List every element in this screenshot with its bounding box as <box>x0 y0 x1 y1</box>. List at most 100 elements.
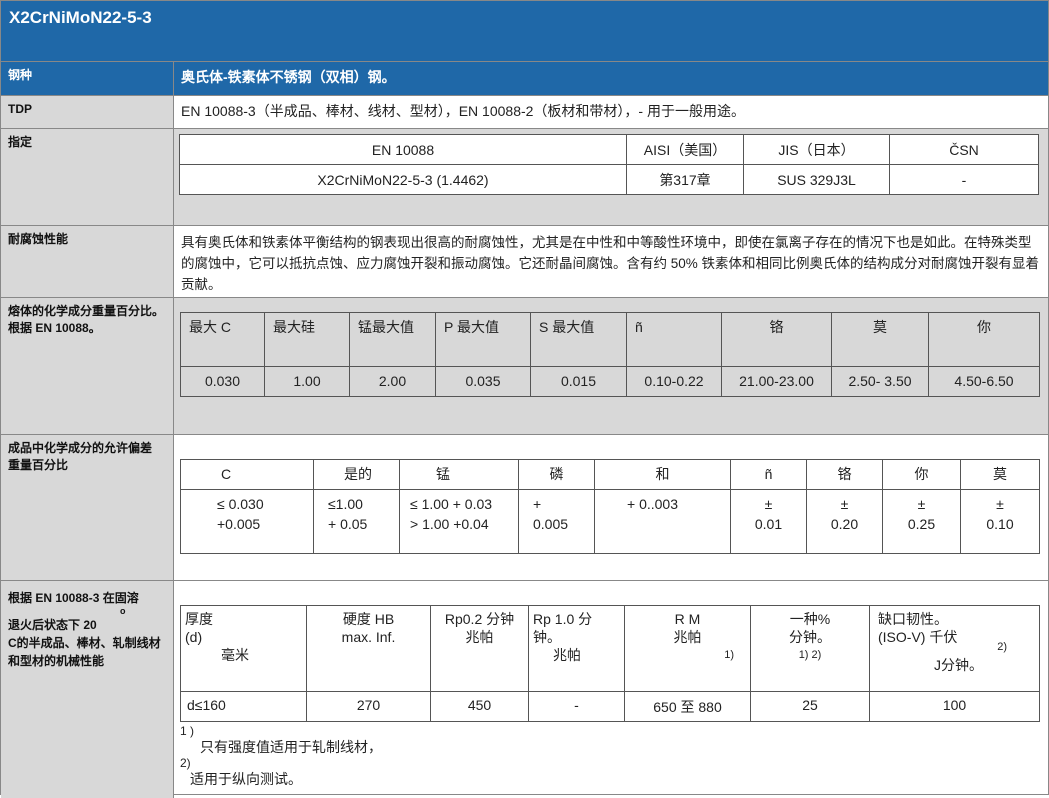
designation-table: EN 10088 AISI（美国） JIS（日本） ČSN X2CrNiMoN2… <box>179 134 1039 195</box>
thickness-header: 厚度 (d) 毫米 <box>180 605 307 692</box>
tolerance-header: 锰 <box>399 459 519 490</box>
mechanical-table: 厚度 (d) 毫米 硬度 HB max. Inf. Rp0.2 分钟 兆帕 Rp… <box>180 605 1040 722</box>
designation-value: 第317章 <box>626 164 744 195</box>
mechanical-value: 450 <box>430 691 529 722</box>
melt-value: 0.015 <box>530 366 627 397</box>
tolerance-header: 磷 <box>518 459 595 490</box>
melt-header: P 最大值 <box>435 312 531 367</box>
tolerance-table: C 是的 锰 磷 和 ñ 铬 你 莫 ≤ 0.030 +0.005 ≤1.00 … <box>180 459 1040 554</box>
melt-header: 铬 <box>721 312 832 367</box>
tolerance-label: 成品中化学成分的允许偏差 重量百分比 <box>1 435 174 580</box>
elongation-label: 一种% 分钟。 <box>789 611 831 645</box>
grade-label: 钢种 <box>1 62 174 95</box>
melt-value: 21.00-23.00 <box>721 366 832 397</box>
designation-area: EN 10088 AISI（美国） JIS（日本） ČSN X2CrNiMoN2… <box>174 129 1048 225</box>
tolerance-header: 铬 <box>806 459 883 490</box>
mechanical-row: 根据 EN 10088-3 在固溶 o 退火后状态下 20 C的半成品、棒材、轧… <box>1 580 1048 798</box>
thickness-unit: 毫米 <box>221 647 249 663</box>
tdp-row: TDP EN 10088-3（半成品、棒材、线材、型材），EN 10088-2（… <box>1 95 1048 128</box>
mechanical-area: 厚度 (d) 毫米 硬度 HB max. Inf. Rp0.2 分钟 兆帕 Rp… <box>174 581 1048 798</box>
tolerance-row: 成品中化学成分的允许偏差 重量百分比 C 是的 锰 磷 和 ñ 铬 你 莫 ≤ … <box>1 434 1048 580</box>
melt-value: 1.00 <box>264 366 350 397</box>
tdp-label: TDP <box>1 96 174 128</box>
tolerance-header: ñ <box>730 459 807 490</box>
melt-value: 2.00 <box>349 366 436 397</box>
rm-header: R M 兆帕 1) <box>624 605 751 692</box>
melt-header: ñ <box>626 312 722 367</box>
melt-header: 锰最大值 <box>349 312 436 367</box>
mechanical-value: 100 <box>869 691 1040 722</box>
designation-row: 指定 EN 10088 AISI（美国） JIS（日本） ČSN X2CrNiM… <box>1 128 1048 225</box>
tolerance-header: 是的 <box>313 459 400 490</box>
mechanical-label: 根据 EN 10088-3 在固溶 o 退火后状态下 20 C的半成品、棒材、轧… <box>1 581 174 798</box>
tolerance-value: ± 0.01 <box>730 489 807 554</box>
melt-label: 熔体的化学成分重量百分比。根据 EN 10088。 <box>1 298 174 434</box>
melt-value: 0.10-0.22 <box>626 366 722 397</box>
melt-row: 熔体的化学成分重量百分比。根据 EN 10088。 最大 C 最大硅 锰最大值 … <box>1 297 1048 434</box>
rp10-unit: 兆帕 <box>553 647 581 663</box>
tolerance-value: ± 0.20 <box>806 489 883 554</box>
tolerance-header: C <box>180 459 314 490</box>
designation-header: AISI（美国） <box>626 134 744 165</box>
melt-table: 最大 C 最大硅 锰最大值 P 最大值 S 最大值 ñ 铬 莫 你 0.030 … <box>180 312 1040 397</box>
toughness-unit: J分钟。 <box>934 657 983 673</box>
mechanical-value: 25 <box>750 691 870 722</box>
mechanical-value: 650 至 880 <box>624 691 751 722</box>
melt-value: 4.50-6.50 <box>928 366 1040 397</box>
melt-header: S 最大值 <box>530 312 627 367</box>
rm-note: 1) <box>724 649 734 661</box>
mechanical-value: 270 <box>306 691 431 722</box>
melt-header: 莫 <box>831 312 929 367</box>
footnote-text: 只有强度值适用于轧制线材， <box>200 739 382 755</box>
tolerance-value: + 0.005 <box>518 489 595 554</box>
corrosion-label: 耐腐蚀性能 <box>1 226 174 297</box>
designation-value: SUS 329J3L <box>743 164 890 195</box>
grade-row: 钢种 奥氏体-铁素体不锈钢（双相）钢。 <box>1 61 1048 95</box>
mechanical-label-line: 退火后状态下 20 <box>8 618 97 632</box>
corrosion-value: 具有奥氏体和铁素体平衡结构的钢表现出很高的耐腐蚀性，尤其是在中性和中等酸性环境中… <box>181 235 1040 292</box>
corrosion-row: 耐腐蚀性能 具有奥氏体和铁素体平衡结构的钢表现出很高的耐腐蚀性，尤其是在中性和中… <box>1 225 1048 297</box>
tolerance-value: ≤ 1.00 + 0.03 > 1.00 +0.04 <box>399 489 519 554</box>
tolerance-value: ± 0.10 <box>960 489 1040 554</box>
footnotes: 1 ) 只有强度值适用于轧制线材， 2) 适用于纵向测试。 <box>180 724 1043 788</box>
elongation-header: 一种% 分钟。 1) 2) <box>750 605 870 692</box>
rp10-label: Rp 1.0 分钟。 <box>533 611 593 645</box>
tolerance-value: + 0..003 <box>594 489 731 554</box>
toughness-header: 缺口韧性。 (ISO-V) 千伏 2) J分钟。 <box>869 605 1040 692</box>
page-title: X2CrNiMoN22-5-3 <box>1 1 1048 61</box>
degree-mark: o <box>120 606 126 616</box>
datasheet: X2CrNiMoN22-5-3 钢种 奥氏体-铁素体不锈钢（双相）钢。 TDP … <box>0 0 1049 798</box>
tdp-value: EN 10088-3（半成品、棒材、线材、型材），EN 10088-2（板材和带… <box>181 103 745 119</box>
footnote-text: 适用于纵向测试。 <box>190 771 302 787</box>
melt-value: 0.030 <box>180 366 265 397</box>
hardness-header: 硬度 HB max. Inf. <box>306 605 431 692</box>
rm-label: R M 兆帕 <box>673 611 702 645</box>
mechanical-value: d≤160 <box>180 691 307 722</box>
mechanical-value: - <box>528 691 625 722</box>
footnote-mark: 2) <box>180 756 191 770</box>
elongation-note: 1) 2) <box>798 649 822 661</box>
designation-header: EN 10088 <box>179 134 627 165</box>
rp02-header: Rp0.2 分钟 兆帕 <box>430 605 529 692</box>
tolerance-value: ≤ 0.030 +0.005 <box>180 489 314 554</box>
designation-value: X2CrNiMoN22-5-3 (1.4462) <box>179 164 627 195</box>
footnote-mark: 1 ) <box>180 724 195 738</box>
rp10-header: Rp 1.0 分钟。 兆帕 <box>528 605 625 692</box>
tolerance-header: 你 <box>882 459 961 490</box>
tolerance-value: ± 0.25 <box>882 489 961 554</box>
designation-label: 指定 <box>1 129 174 225</box>
designation-header: ČSN <box>889 134 1039 165</box>
melt-area: 最大 C 最大硅 锰最大值 P 最大值 S 最大值 ñ 铬 莫 你 0.030 … <box>174 298 1048 434</box>
melt-value: 0.035 <box>435 366 531 397</box>
tolerance-value: ≤1.00 + 0.05 <box>313 489 400 554</box>
melt-value: 2.50- 3.50 <box>831 366 929 397</box>
thickness-label: 厚度 (d) <box>185 611 213 645</box>
mechanical-label-line: 根据 EN 10088-3 在固溶 <box>8 591 139 605</box>
tolerance-header: 莫 <box>960 459 1040 490</box>
melt-header: 最大 C <box>180 312 265 367</box>
grade-value: 奥氏体-铁素体不锈钢（双相）钢。 <box>174 62 1048 95</box>
tolerance-area: C 是的 锰 磷 和 ñ 铬 你 莫 ≤ 0.030 +0.005 ≤1.00 … <box>174 435 1048 580</box>
melt-header: 最大硅 <box>264 312 350 367</box>
mechanical-label-line: C的半成品、棒材、轧制线材和型材的机械性能 <box>8 636 161 668</box>
designation-header: JIS（日本） <box>743 134 890 165</box>
